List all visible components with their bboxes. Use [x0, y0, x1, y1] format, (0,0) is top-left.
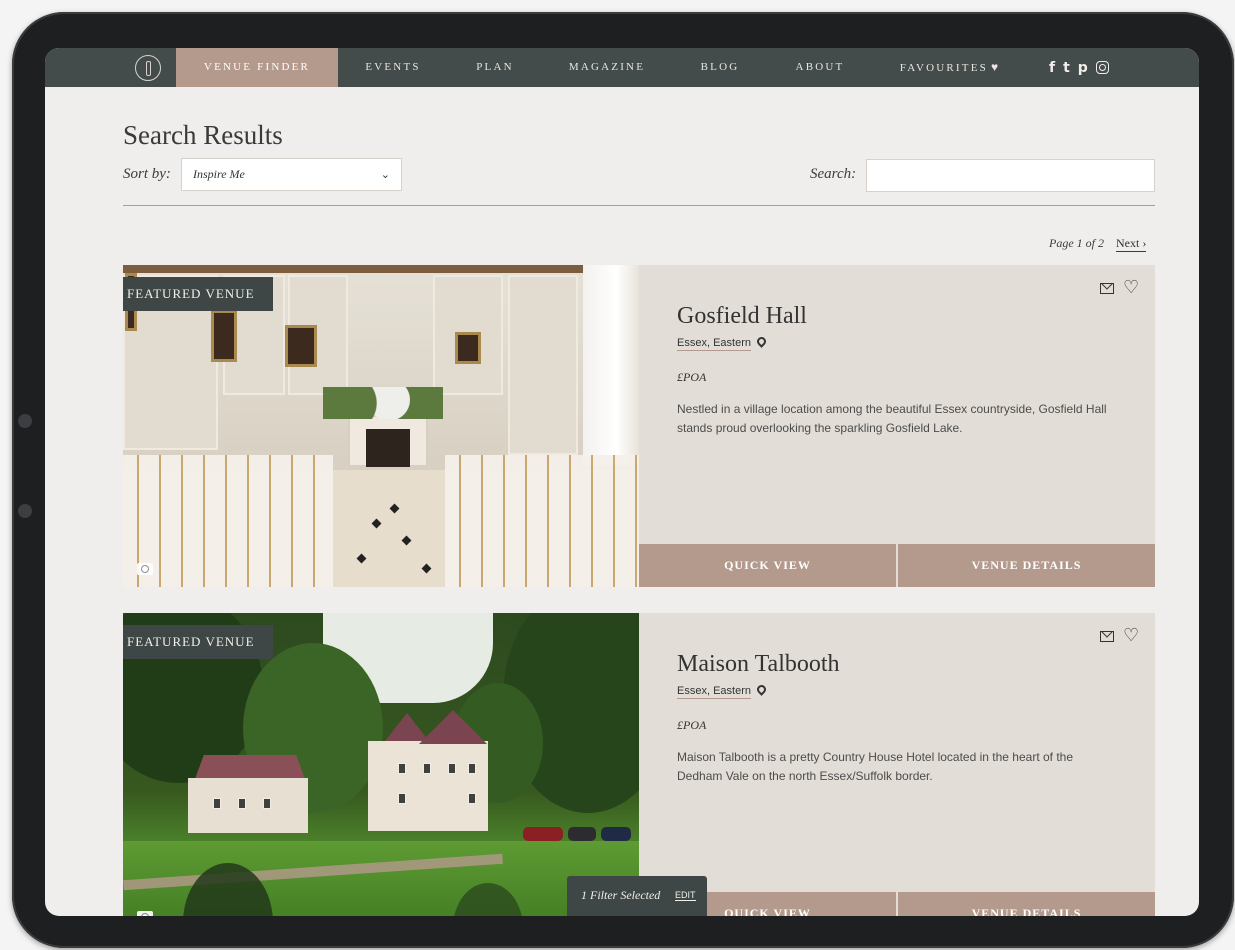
pagination: Page 1 of 2 Next ›: [1049, 236, 1147, 252]
pinterest-icon[interactable]: p: [1078, 61, 1088, 75]
search-input[interactable]: [866, 159, 1155, 192]
venue-details-button[interactable]: Venue Details: [898, 892, 1155, 916]
heart-icon[interactable]: ♡: [1123, 625, 1139, 646]
featured-venue-badge: Featured Venue: [123, 625, 273, 659]
sort-select-value: Inspire Me: [193, 167, 245, 181]
sort-label: Sort by:: [123, 166, 171, 182]
header-divider: [123, 205, 1155, 206]
nav-venue-finder[interactable]: Venue Finder: [176, 48, 338, 87]
nav-plan[interactable]: Plan: [448, 48, 542, 87]
nav-favourites[interactable]: Favourites ♥: [885, 48, 1015, 87]
main-nav: Venue Finder Events Plan Magazine Blog A…: [45, 48, 1199, 87]
nav-favourites-label: Favourites: [899, 62, 988, 74]
camera-icon[interactable]: [137, 563, 153, 575]
next-page-link[interactable]: Next ›: [1116, 236, 1147, 252]
mail-icon[interactable]: [1100, 631, 1114, 642]
twitter-icon[interactable]: t: [1063, 61, 1070, 75]
featured-venue-badge: Featured Venue: [123, 277, 273, 311]
venue-card: Featured Venue ♡ Gosfield Hall Essex, Ea…: [123, 265, 1155, 587]
heart-icon[interactable]: ♡: [1123, 277, 1139, 298]
quick-view-button[interactable]: Quick View: [639, 544, 896, 587]
search-label: Search:: [810, 166, 857, 182]
venue-location[interactable]: Essex, Eastern: [677, 337, 751, 351]
venue-name[interactable]: Gosfield Hall: [677, 303, 807, 330]
venue-name[interactable]: Maison Talbooth: [677, 651, 840, 678]
venue-price: £POA: [677, 370, 707, 384]
filter-status[interactable]: 1 Filter Selected Edit: [567, 876, 707, 916]
screen: Venue Finder Events Plan Magazine Blog A…: [45, 48, 1199, 916]
venue-location[interactable]: Essex, Eastern: [677, 685, 751, 699]
nav-about[interactable]: About: [768, 48, 872, 87]
chevron-down-icon: ⌄: [380, 168, 390, 181]
venue-info: ♡ Gosfield Hall Essex, Eastern £POA Nest…: [639, 265, 1155, 587]
tablet-side-button: [18, 414, 32, 428]
venue-description: Maison Talbooth is a pretty Country Hous…: [677, 750, 1074, 783]
page-indicator: Page 1 of 2: [1049, 236, 1104, 250]
sort-select[interactable]: Inspire Me ⌄: [181, 158, 402, 191]
nav-blog[interactable]: Blog: [672, 48, 768, 87]
venue-price: £POA: [677, 718, 707, 732]
venue-photo[interactable]: Featured Venue: [123, 613, 639, 916]
camera-icon[interactable]: [137, 911, 153, 916]
venue-photo[interactable]: Featured Venue: [123, 265, 639, 587]
venue-photo-interior: [123, 265, 639, 587]
nav-events[interactable]: Events: [338, 48, 448, 87]
location-pin-icon: [755, 683, 768, 696]
mail-icon[interactable]: [1100, 283, 1114, 294]
instagram-icon[interactable]: [1095, 61, 1109, 74]
location-pin-icon: [755, 335, 768, 348]
facebook-icon[interactable]: f: [1049, 61, 1055, 75]
site-logo-icon[interactable]: [135, 55, 161, 81]
edit-filter-link[interactable]: Edit: [675, 890, 696, 901]
social-links: f t p: [1049, 48, 1109, 87]
venue-description: Nestled in a village location among the …: [677, 402, 1107, 435]
page-title: Search Results: [123, 120, 283, 150]
filter-count-label: 1 Filter Selected: [581, 888, 661, 902]
venue-details-button[interactable]: Venue Details: [898, 544, 1155, 587]
nav-magazine[interactable]: Magazine: [542, 48, 672, 87]
venue-card: Featured Venue ♡ Maison Talbooth Essex, …: [123, 613, 1155, 916]
heart-icon: ♥: [990, 60, 1001, 74]
venue-info: ♡ Maison Talbooth Essex, Eastern £POA Ma…: [639, 613, 1155, 916]
tablet-side-button: [18, 504, 32, 518]
